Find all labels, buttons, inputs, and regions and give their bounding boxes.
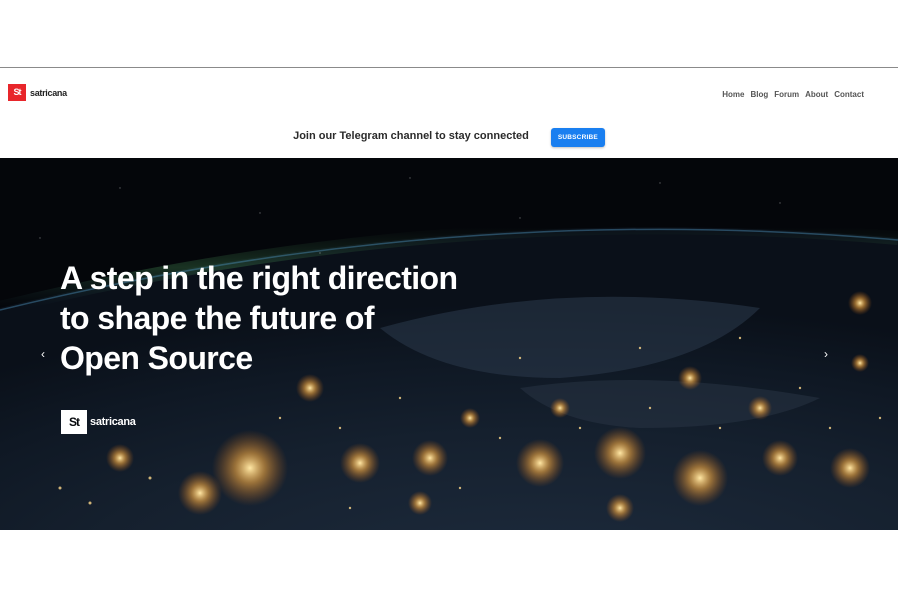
nav-blog[interactable]: Blog bbox=[750, 90, 768, 99]
hero-carousel: A step in the right direction to shape t… bbox=[0, 158, 898, 530]
hero-title-line: A step in the right direction bbox=[60, 260, 458, 296]
hero-logo-glyph: St bbox=[69, 415, 80, 429]
carousel-prev-icon[interactable]: ‹ bbox=[41, 348, 45, 360]
hero-title: A step in the right direction to shape t… bbox=[60, 258, 530, 378]
page: St satricana Home Blog Forum About Conta… bbox=[0, 0, 898, 598]
subscribe-button[interactable]: SUBSCRIBE bbox=[550, 128, 605, 147]
nav-about[interactable]: About bbox=[805, 90, 828, 99]
telegram-banner: Join our Telegram channel to stay connec… bbox=[0, 117, 898, 158]
nav-forum[interactable]: Forum bbox=[774, 90, 799, 99]
hero-logo-name: satricana bbox=[90, 416, 136, 428]
carousel-next-icon[interactable]: › bbox=[824, 348, 828, 360]
brand-name: satricana bbox=[30, 87, 67, 98]
hero-title-line: Open Source bbox=[60, 340, 253, 376]
hero-title-line: to shape the future of bbox=[60, 300, 375, 336]
navbar: St satricana Home Blog Forum About Conta… bbox=[0, 67, 898, 117]
hero-logo: St satricana bbox=[61, 410, 136, 434]
telegram-banner-text: Join our Telegram channel to stay connec… bbox=[293, 129, 529, 142]
nav-home[interactable]: Home bbox=[722, 90, 744, 99]
hero-logo-icon: St bbox=[61, 410, 87, 434]
nav-links: Home Blog Forum About Contact bbox=[722, 84, 864, 102]
brand-logo-icon: St bbox=[8, 84, 26, 101]
brand-logo-link[interactable]: St satricana bbox=[8, 84, 67, 101]
brand-logo-glyph: St bbox=[13, 87, 22, 97]
nav-contact[interactable]: Contact bbox=[834, 90, 864, 99]
